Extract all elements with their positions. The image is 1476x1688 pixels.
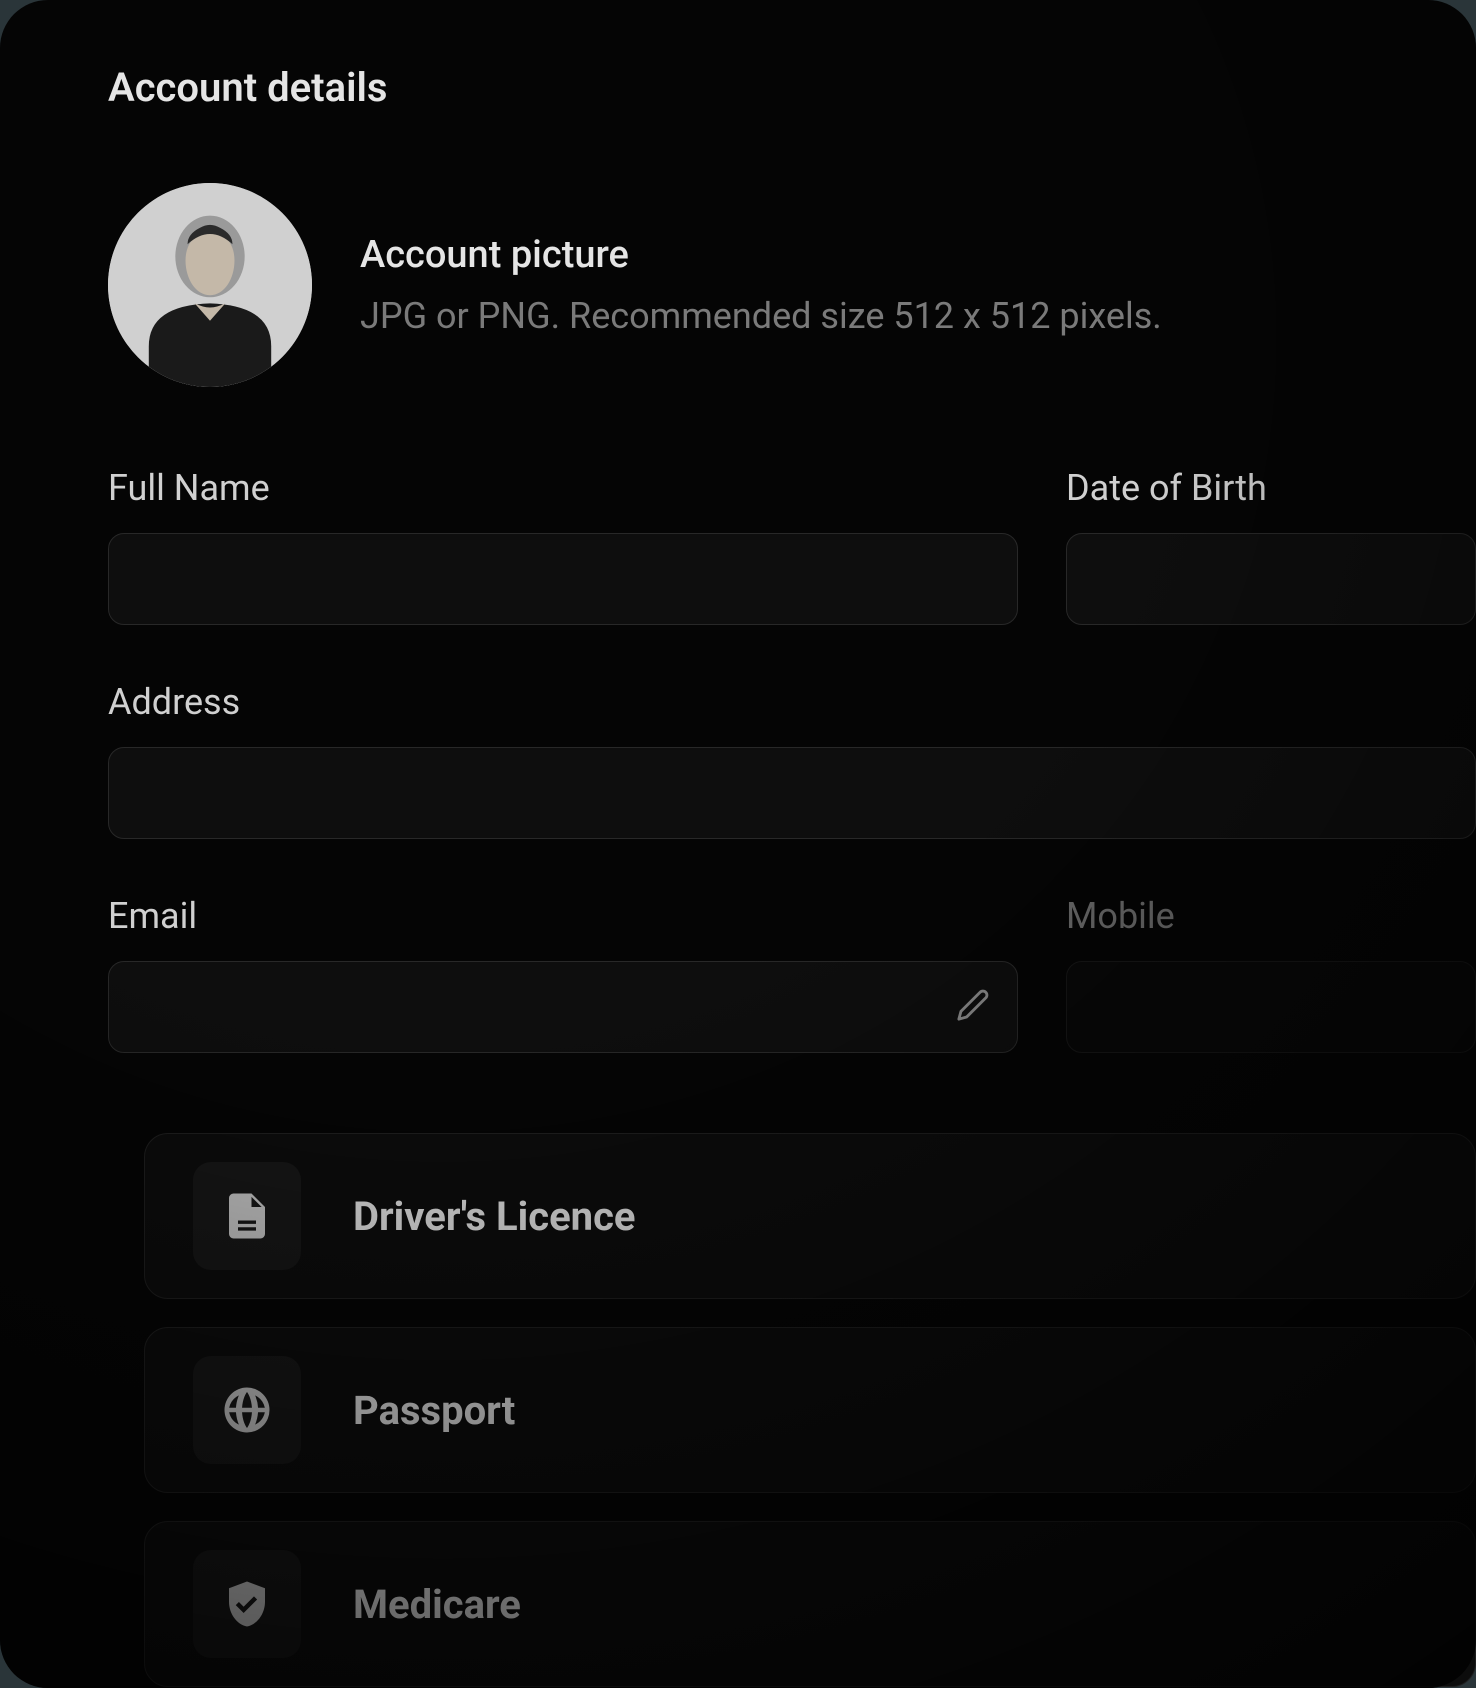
- avatar-image: [108, 183, 312, 387]
- address-input[interactable]: [108, 747, 1476, 839]
- section-title: Account details: [108, 64, 1476, 111]
- avatar-hint: JPG or PNG. Recommended size 512 x 512 p…: [360, 295, 1162, 337]
- document-icon: [193, 1162, 301, 1270]
- full-name-input[interactable]: [108, 533, 1018, 625]
- dob-label: Date of Birth: [1066, 467, 1476, 509]
- field-email: Email: [108, 895, 1018, 1053]
- document-drivers-licence[interactable]: Driver's Licence: [144, 1133, 1476, 1299]
- email-input[interactable]: [108, 961, 1018, 1053]
- avatar-label: Account picture: [360, 233, 1162, 277]
- form-grid: Full Name Date of Birth Address Email: [108, 467, 1476, 1109]
- dob-input[interactable]: [1066, 533, 1476, 625]
- avatar-row: Account picture JPG or PNG. Recommended …: [108, 183, 1476, 387]
- edit-icon[interactable]: [956, 988, 990, 1026]
- document-medicare[interactable]: Medicare: [144, 1521, 1476, 1687]
- field-mobile: Mobile: [1066, 895, 1476, 1053]
- address-label: Address: [108, 681, 1476, 723]
- document-label: Driver's Licence: [353, 1193, 636, 1240]
- globe-icon: [193, 1356, 301, 1464]
- avatar-text: Account picture JPG or PNG. Recommended …: [360, 233, 1162, 337]
- full-name-label: Full Name: [108, 467, 1018, 509]
- mobile-label: Mobile: [1066, 895, 1476, 937]
- document-passport[interactable]: Passport: [144, 1327, 1476, 1493]
- field-address: Address: [108, 681, 1476, 839]
- field-full-name: Full Name: [108, 467, 1018, 625]
- avatar[interactable]: [108, 183, 312, 387]
- document-list: Driver's Licence Passport Medicare: [144, 1133, 1476, 1687]
- account-details-card: Account details Account picture JPG or P…: [0, 0, 1476, 1688]
- shield-check-icon: [193, 1550, 301, 1658]
- mobile-input[interactable]: [1066, 961, 1476, 1053]
- document-label: Medicare: [353, 1581, 521, 1628]
- field-dob: Date of Birth: [1066, 467, 1476, 625]
- email-label: Email: [108, 895, 1018, 937]
- document-label: Passport: [353, 1387, 515, 1434]
